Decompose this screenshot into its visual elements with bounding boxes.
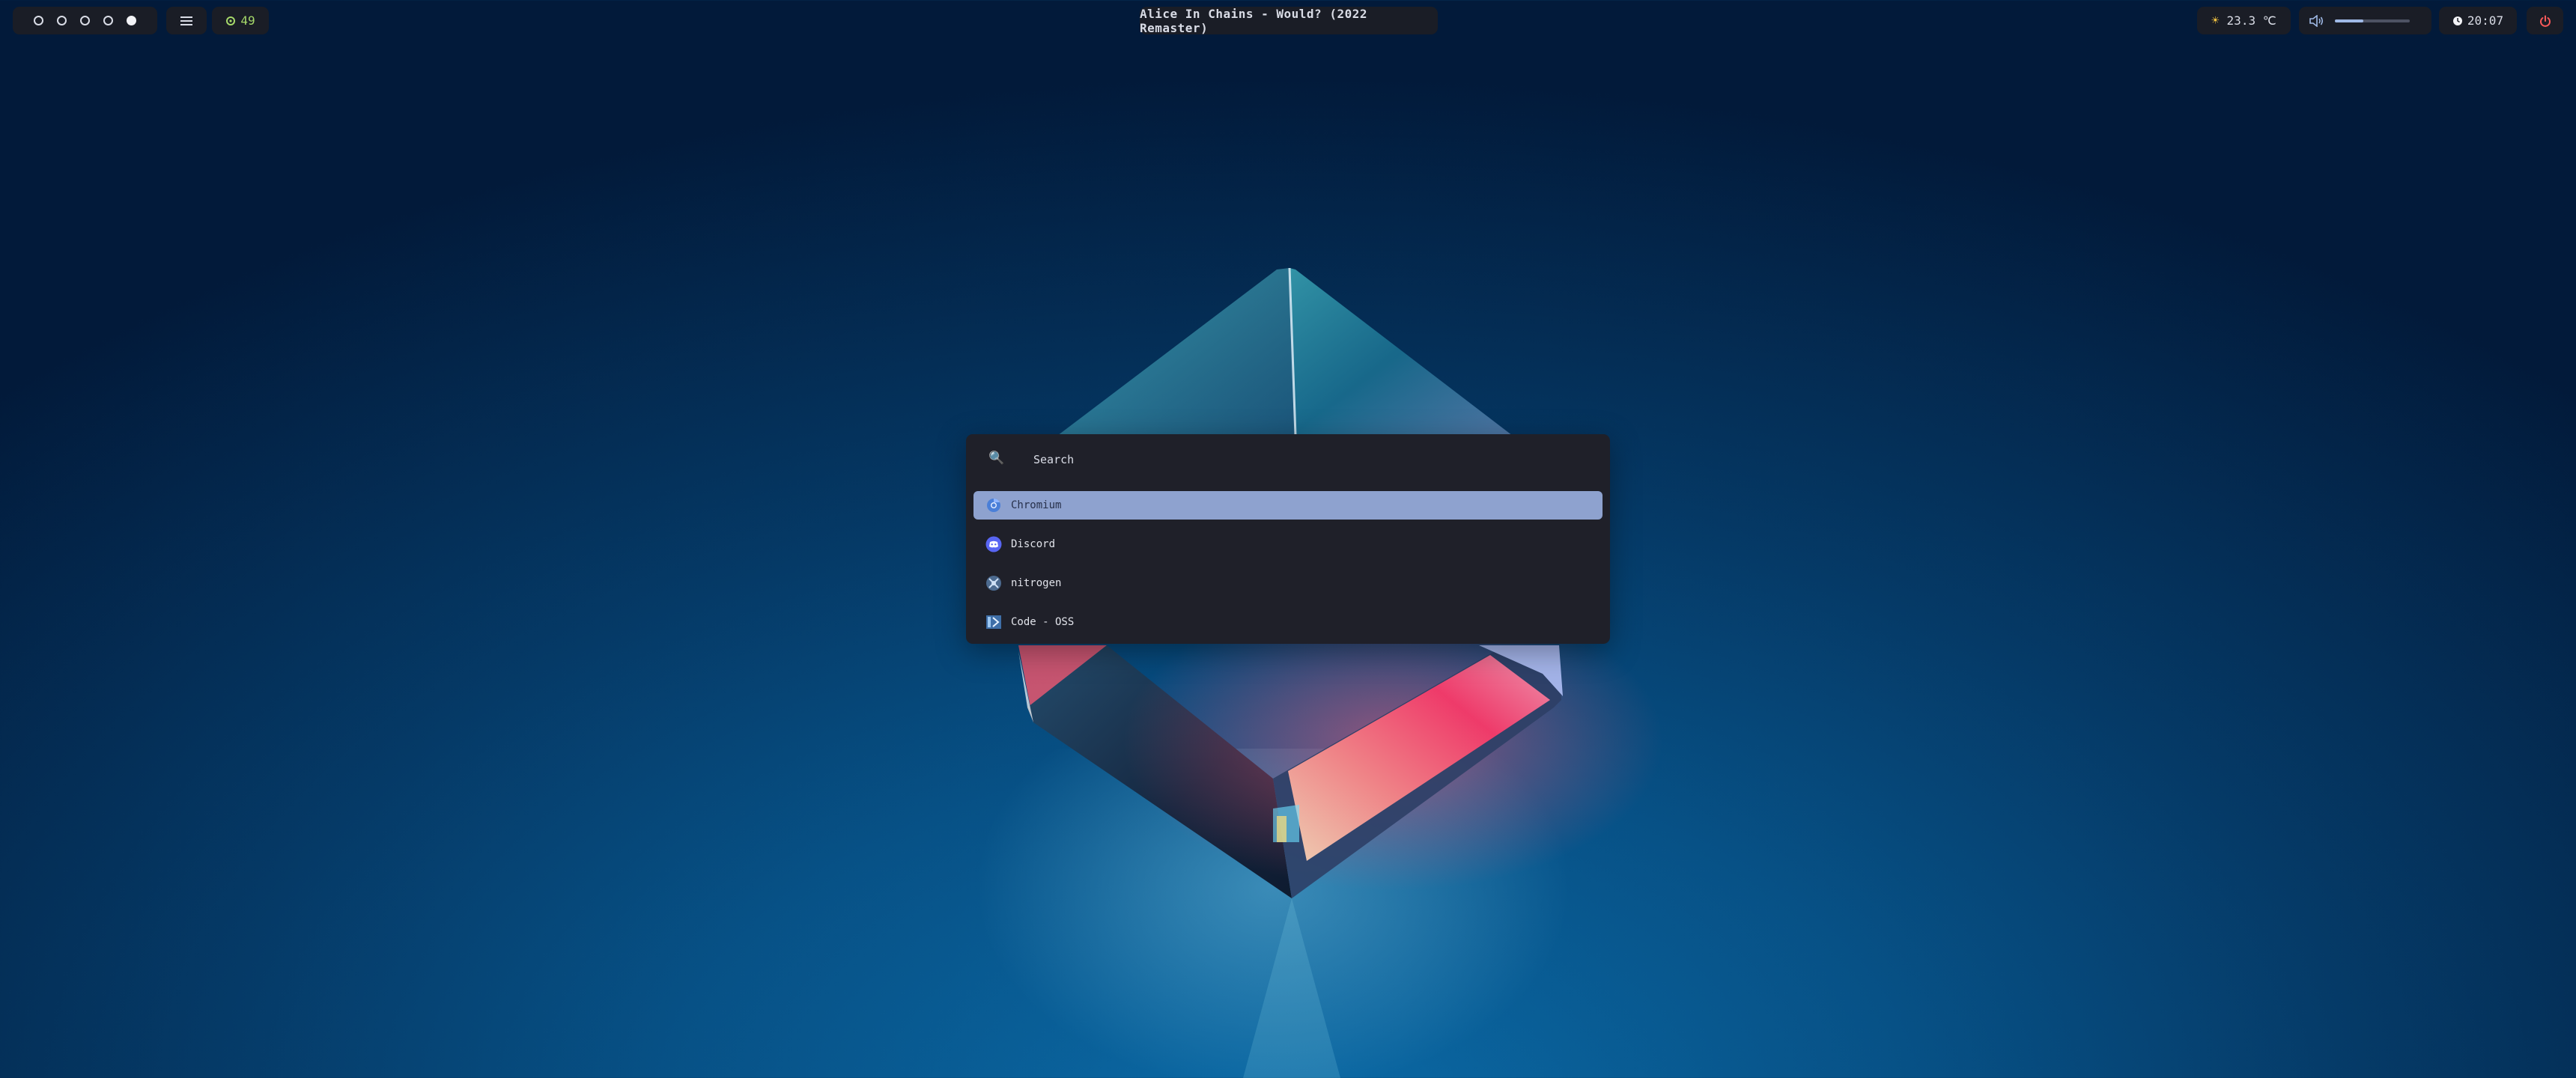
refresh-icon [226, 16, 236, 25]
volume-slider[interactable] [2335, 19, 2410, 22]
updates-count: 49 [240, 13, 255, 28]
volume-slider-fill [2335, 19, 2363, 22]
power-button[interactable] [2527, 7, 2563, 34]
hamburger-menu-icon [180, 16, 192, 25]
result-nitrogen[interactable]: nitrogen [973, 569, 1603, 597]
now-playing-text: Alice In Chains - Would? (2022 Remaster) [1140, 6, 1367, 35]
workspace-1-indicator[interactable] [34, 16, 43, 25]
result-chromium[interactable]: Chromium [973, 491, 1603, 520]
search-input[interactable] [1032, 448, 1559, 472]
power-icon [2539, 15, 2551, 27]
result-label: Discord [1011, 538, 1056, 550]
launcher-search-row: 🔍 [966, 434, 1610, 484]
updates-indicator[interactable]: 49 [212, 7, 269, 34]
sun-icon: ☀ [2211, 13, 2220, 28]
clock-time: 20:07 [2467, 13, 2504, 28]
app-launcher: 🔍 Chromium Discord [966, 434, 1610, 644]
result-code-oss[interactable]: Code - OSS [973, 608, 1603, 636]
nitrogen-icon [985, 575, 1002, 591]
result-label: Code - OSS [1011, 616, 1075, 628]
speaker-icon[interactable] [2309, 14, 2324, 27]
workspace-switcher [13, 7, 157, 34]
clock-icon [2452, 16, 2462, 25]
discord-icon [985, 536, 1002, 552]
workspace-5-indicator[interactable] [127, 16, 136, 25]
workspace-3-indicator[interactable] [80, 16, 90, 25]
weather-temperature: 23.3 ℃ [2226, 13, 2276, 28]
app-menu-button[interactable] [166, 7, 207, 34]
vscode-icon [985, 614, 1002, 630]
result-label: nitrogen [1011, 577, 1062, 589]
result-discord[interactable]: Discord [973, 530, 1603, 558]
workspace-4-indicator[interactable] [103, 16, 113, 25]
result-label: Chromium [1011, 499, 1062, 511]
weather-widget[interactable]: ☀ 23.3 ℃ [2197, 7, 2291, 34]
chromium-icon [985, 497, 1002, 514]
search-icon: 🔍 [988, 451, 1005, 466]
workspace-2-indicator[interactable] [57, 16, 67, 25]
volume-widget[interactable] [2299, 7, 2431, 34]
now-playing-title[interactable]: Alice In Chains - Would? (2022 Remaster) [1140, 6, 1438, 35]
clock-widget[interactable]: 20:07 [2439, 7, 2517, 34]
